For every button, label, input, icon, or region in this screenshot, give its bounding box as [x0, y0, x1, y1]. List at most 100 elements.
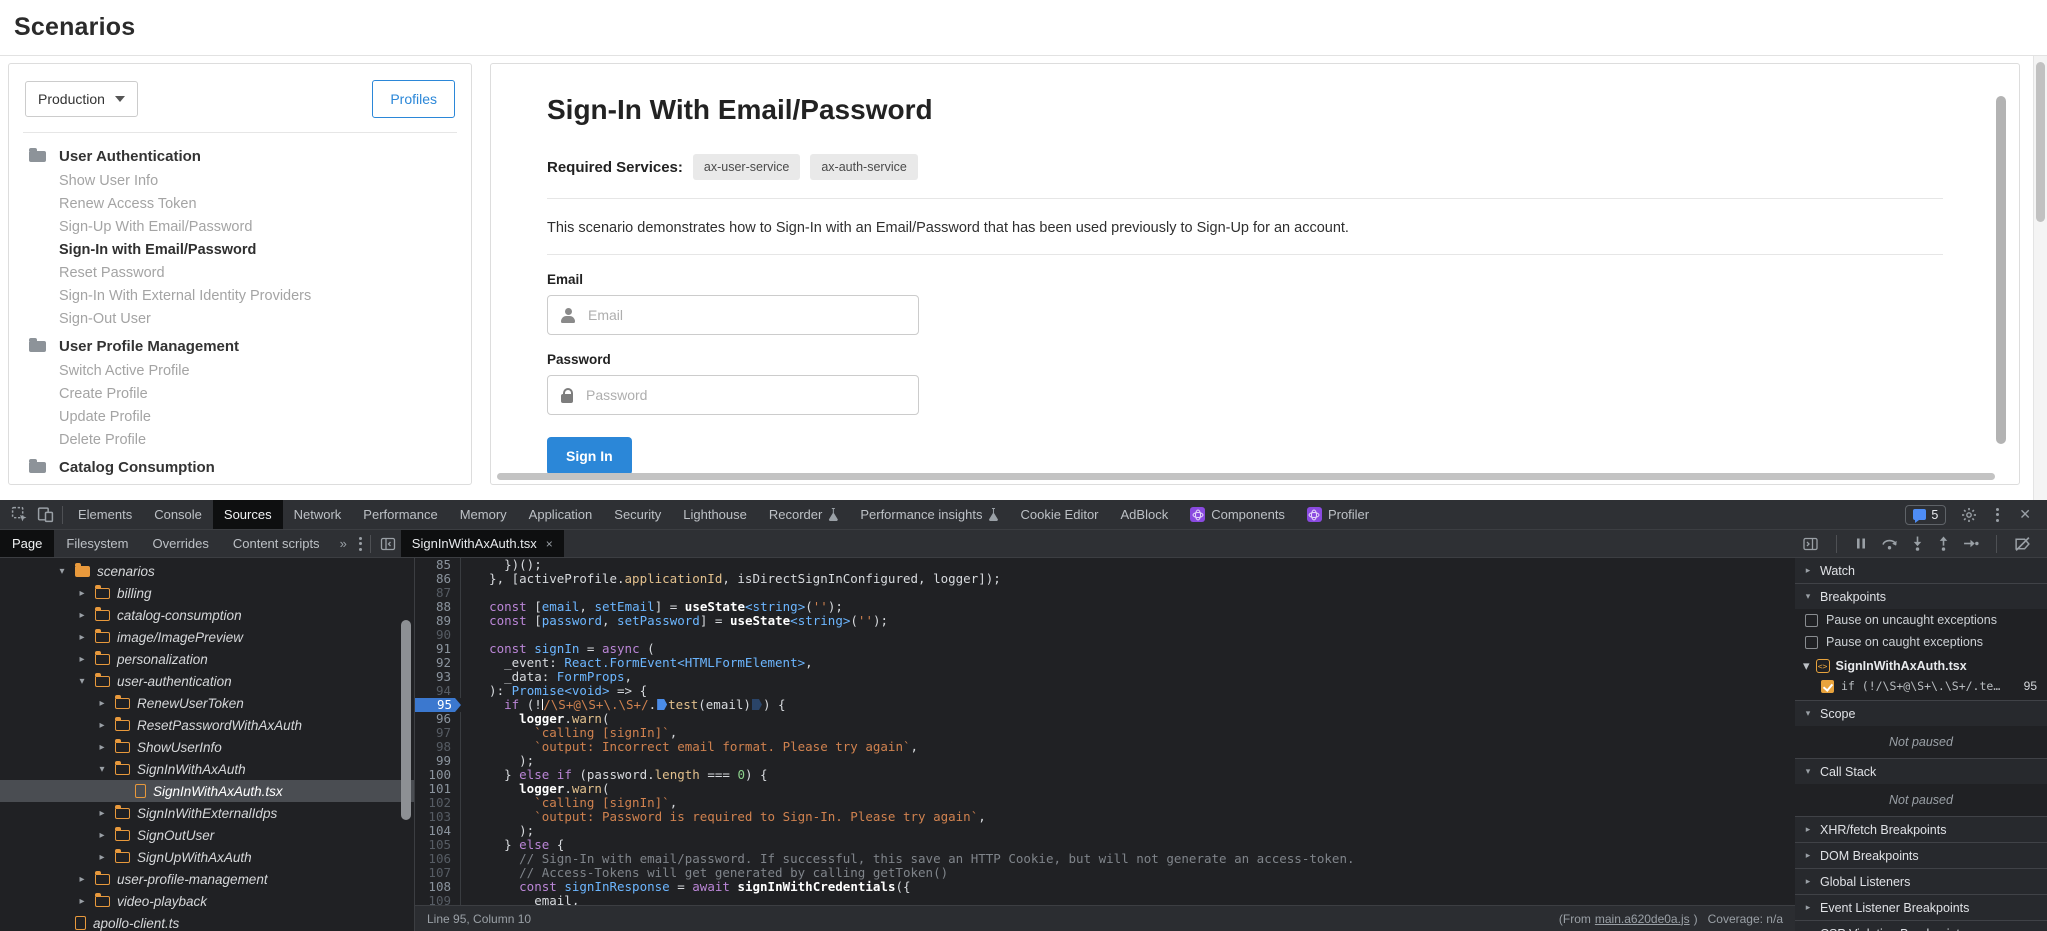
- close-tab-icon[interactable]: ×: [546, 537, 553, 551]
- deactivate-breakpoints-icon[interactable]: [2014, 536, 2031, 552]
- line-number[interactable]: 98: [415, 740, 461, 754]
- close-devtools-icon[interactable]: ✕: [2013, 506, 2037, 523]
- tab-lighthouse[interactable]: Lighthouse: [672, 500, 758, 529]
- sources-tab-overrides[interactable]: Overrides: [141, 530, 221, 557]
- sources-tab-page[interactable]: Page: [0, 530, 54, 557]
- tree-folder-billing[interactable]: ▸billing: [0, 582, 414, 604]
- tree-folder-user-authentication[interactable]: ▾user-authentication: [0, 670, 414, 692]
- line-number[interactable]: 99: [415, 754, 461, 768]
- step-out-icon[interactable]: [1937, 536, 1950, 551]
- tab-cookie-editor[interactable]: Cookie Editor: [1009, 500, 1109, 529]
- line-number[interactable]: 100: [415, 768, 461, 782]
- section-header-breakpoints[interactable]: ▾Breakpoints: [1795, 584, 2047, 609]
- sidebar-group-catalog-consumption[interactable]: Catalog Consumption: [9, 452, 471, 481]
- tree-folder-image-imagepreview[interactable]: ▸image/ImagePreview: [0, 626, 414, 648]
- line-number[interactable]: 96: [415, 712, 461, 726]
- line-number[interactable]: 108: [415, 880, 461, 894]
- tab-network[interactable]: Network: [283, 500, 353, 529]
- inline-breakpoint-outline-icon[interactable]: [752, 699, 762, 710]
- sidebar-item-sign-in-with-email-password[interactable]: Sign-In with Email/Password: [9, 239, 471, 262]
- section-header-dom-breakpoints[interactable]: ▸DOM Breakpoints: [1795, 843, 2047, 868]
- line-number[interactable]: 95: [415, 698, 461, 712]
- settings-gear-icon[interactable]: [1956, 502, 1982, 528]
- environment-dropdown[interactable]: Production: [25, 81, 138, 117]
- line-number[interactable]: 97: [415, 726, 461, 740]
- pause-script-icon[interactable]: [1854, 536, 1868, 551]
- sidebar-group-user-profile-management[interactable]: User Profile Management: [9, 331, 471, 360]
- line-number[interactable]: 103: [415, 810, 461, 824]
- sidebar-item-sign-out-user[interactable]: Sign-Out User: [9, 308, 471, 331]
- card-vertical-scrollbar[interactable]: [1996, 96, 2006, 444]
- checkbox[interactable]: [1805, 636, 1818, 649]
- inspect-element-icon[interactable]: [6, 502, 32, 528]
- tab-performance[interactable]: Performance: [352, 500, 448, 529]
- overflow-menu-icon[interactable]: [1992, 508, 2003, 522]
- breakpoint-file-row[interactable]: ▾<>SignInWithAxAuth.tsx: [1795, 653, 2047, 676]
- source-map-link[interactable]: main.a620de0a.js: [1595, 912, 1690, 926]
- line-number[interactable]: 91: [415, 642, 461, 656]
- line-number[interactable]: 92: [415, 656, 461, 670]
- breakpoint-entry[interactable]: if (!/\S+@\S+\.\S+/.te…95: [1795, 676, 2047, 700]
- tree-folder-resetpasswordwithaxauth[interactable]: ▸ResetPasswordWithAxAuth: [0, 714, 414, 736]
- breakpoint-checkbox[interactable]: [1821, 680, 1834, 693]
- tab-security[interactable]: Security: [603, 500, 672, 529]
- line-number[interactable]: 104: [415, 824, 461, 838]
- profiles-button[interactable]: Profiles: [372, 80, 455, 118]
- tab-recorder[interactable]: Recorder: [758, 500, 849, 529]
- tree-folder-catalog-consumption[interactable]: ▸catalog-consumption: [0, 604, 414, 626]
- sources-tab-filesystem[interactable]: Filesystem: [54, 530, 140, 557]
- line-number[interactable]: 106: [415, 852, 461, 866]
- sidebar-item-reset-password[interactable]: Reset Password: [9, 262, 471, 285]
- tree-folder-signoutuser[interactable]: ▸SignOutUser: [0, 824, 414, 846]
- breakpoint-option-pause-on-uncaught-exceptions[interactable]: Pause on uncaught exceptions: [1795, 609, 2047, 631]
- navigator-scrollbar-thumb[interactable]: [401, 620, 411, 820]
- tab-application[interactable]: Application: [518, 500, 604, 529]
- line-number[interactable]: 101: [415, 782, 461, 796]
- toggle-navigator-icon[interactable]: [375, 531, 401, 557]
- sidebar-item-create-profile[interactable]: Create Profile: [9, 383, 471, 406]
- sidebar-item-delete-profile[interactable]: Delete Profile: [9, 429, 471, 452]
- sidebar-group-user-authentication[interactable]: User Authentication: [9, 141, 471, 170]
- device-toolbar-icon[interactable]: [32, 502, 58, 528]
- tab-performance-insights[interactable]: Performance insights: [849, 500, 1009, 529]
- checkbox[interactable]: [1805, 614, 1818, 627]
- tree-folder-renewusertoken[interactable]: ▸RenewUserToken: [0, 692, 414, 714]
- tree-folder-signinwithexternalidps[interactable]: ▸SignInWithExternalIdps: [0, 802, 414, 824]
- sign-in-button[interactable]: Sign In: [547, 437, 632, 475]
- tree-folder-signupwithaxauth[interactable]: ▸SignUpWithAxAuth: [0, 846, 414, 868]
- section-header-global-listeners[interactable]: ▸Global Listeners: [1795, 869, 2047, 894]
- sidebar-item-renew-access-token[interactable]: Renew Access Token: [9, 193, 471, 216]
- sidebar-item-show-user-info[interactable]: Show User Info: [9, 170, 471, 193]
- tab-memory[interactable]: Memory: [449, 500, 518, 529]
- card-horizontal-scrollbar[interactable]: [497, 473, 1995, 480]
- tree-folder-scenarios[interactable]: ▾scenarios: [0, 560, 414, 582]
- section-header-xhr-fetch-breakpoints[interactable]: ▸XHR/fetch Breakpoints: [1795, 817, 2047, 842]
- tab-console[interactable]: Console: [143, 500, 213, 529]
- tab-adblock[interactable]: AdBlock: [1110, 500, 1180, 529]
- line-number[interactable]: 87: [415, 586, 461, 600]
- editor-tab[interactable]: SignInWithAxAuth.tsx ×: [401, 530, 564, 557]
- email-field[interactable]: [586, 306, 905, 324]
- step-into-icon[interactable]: [1911, 536, 1924, 551]
- navigator-menu-icon[interactable]: [355, 537, 366, 551]
- section-header-event-listener-breakpoints[interactable]: ▸Event Listener Breakpoints: [1795, 895, 2047, 920]
- browser-scrollbar-track[interactable]: [2033, 56, 2047, 500]
- line-number[interactable]: 86: [415, 572, 461, 586]
- browser-scrollbar-thumb[interactable]: [2036, 62, 2045, 222]
- password-field[interactable]: [584, 386, 905, 404]
- tab-components[interactable]: Components: [1179, 500, 1296, 529]
- breakpoint-option-pause-on-caught-exceptions[interactable]: Pause on caught exceptions: [1795, 631, 2047, 653]
- sidebar-item-update-profile[interactable]: Update Profile: [9, 406, 471, 429]
- tree-folder-showuserinfo[interactable]: ▸ShowUserInfo: [0, 736, 414, 758]
- sidebar-item-switch-active-profile[interactable]: Switch Active Profile: [9, 360, 471, 383]
- sidebar-item-list-catalog-items[interactable]: List Catalog Items: [9, 481, 471, 485]
- tree-file-signinwithaxauth-tsx[interactable]: SignInWithAxAuth.tsx: [0, 780, 414, 802]
- line-number[interactable]: 94: [415, 684, 461, 698]
- section-header-csp-violation-breakpoints[interactable]: ▸CSP Violation Breakpoints: [1795, 921, 2047, 931]
- section-header-call-stack[interactable]: ▾Call Stack: [1795, 759, 2047, 784]
- tree-folder-personalization[interactable]: ▸personalization: [0, 648, 414, 670]
- tree-folder-user-profile-management[interactable]: ▸user-profile-management: [0, 868, 414, 890]
- tree-folder-video-playback[interactable]: ▸video-playback: [0, 890, 414, 912]
- tree-file-apollo-client-ts[interactable]: apollo-client.ts: [0, 912, 414, 931]
- more-tabs-chevron[interactable]: »: [332, 536, 355, 551]
